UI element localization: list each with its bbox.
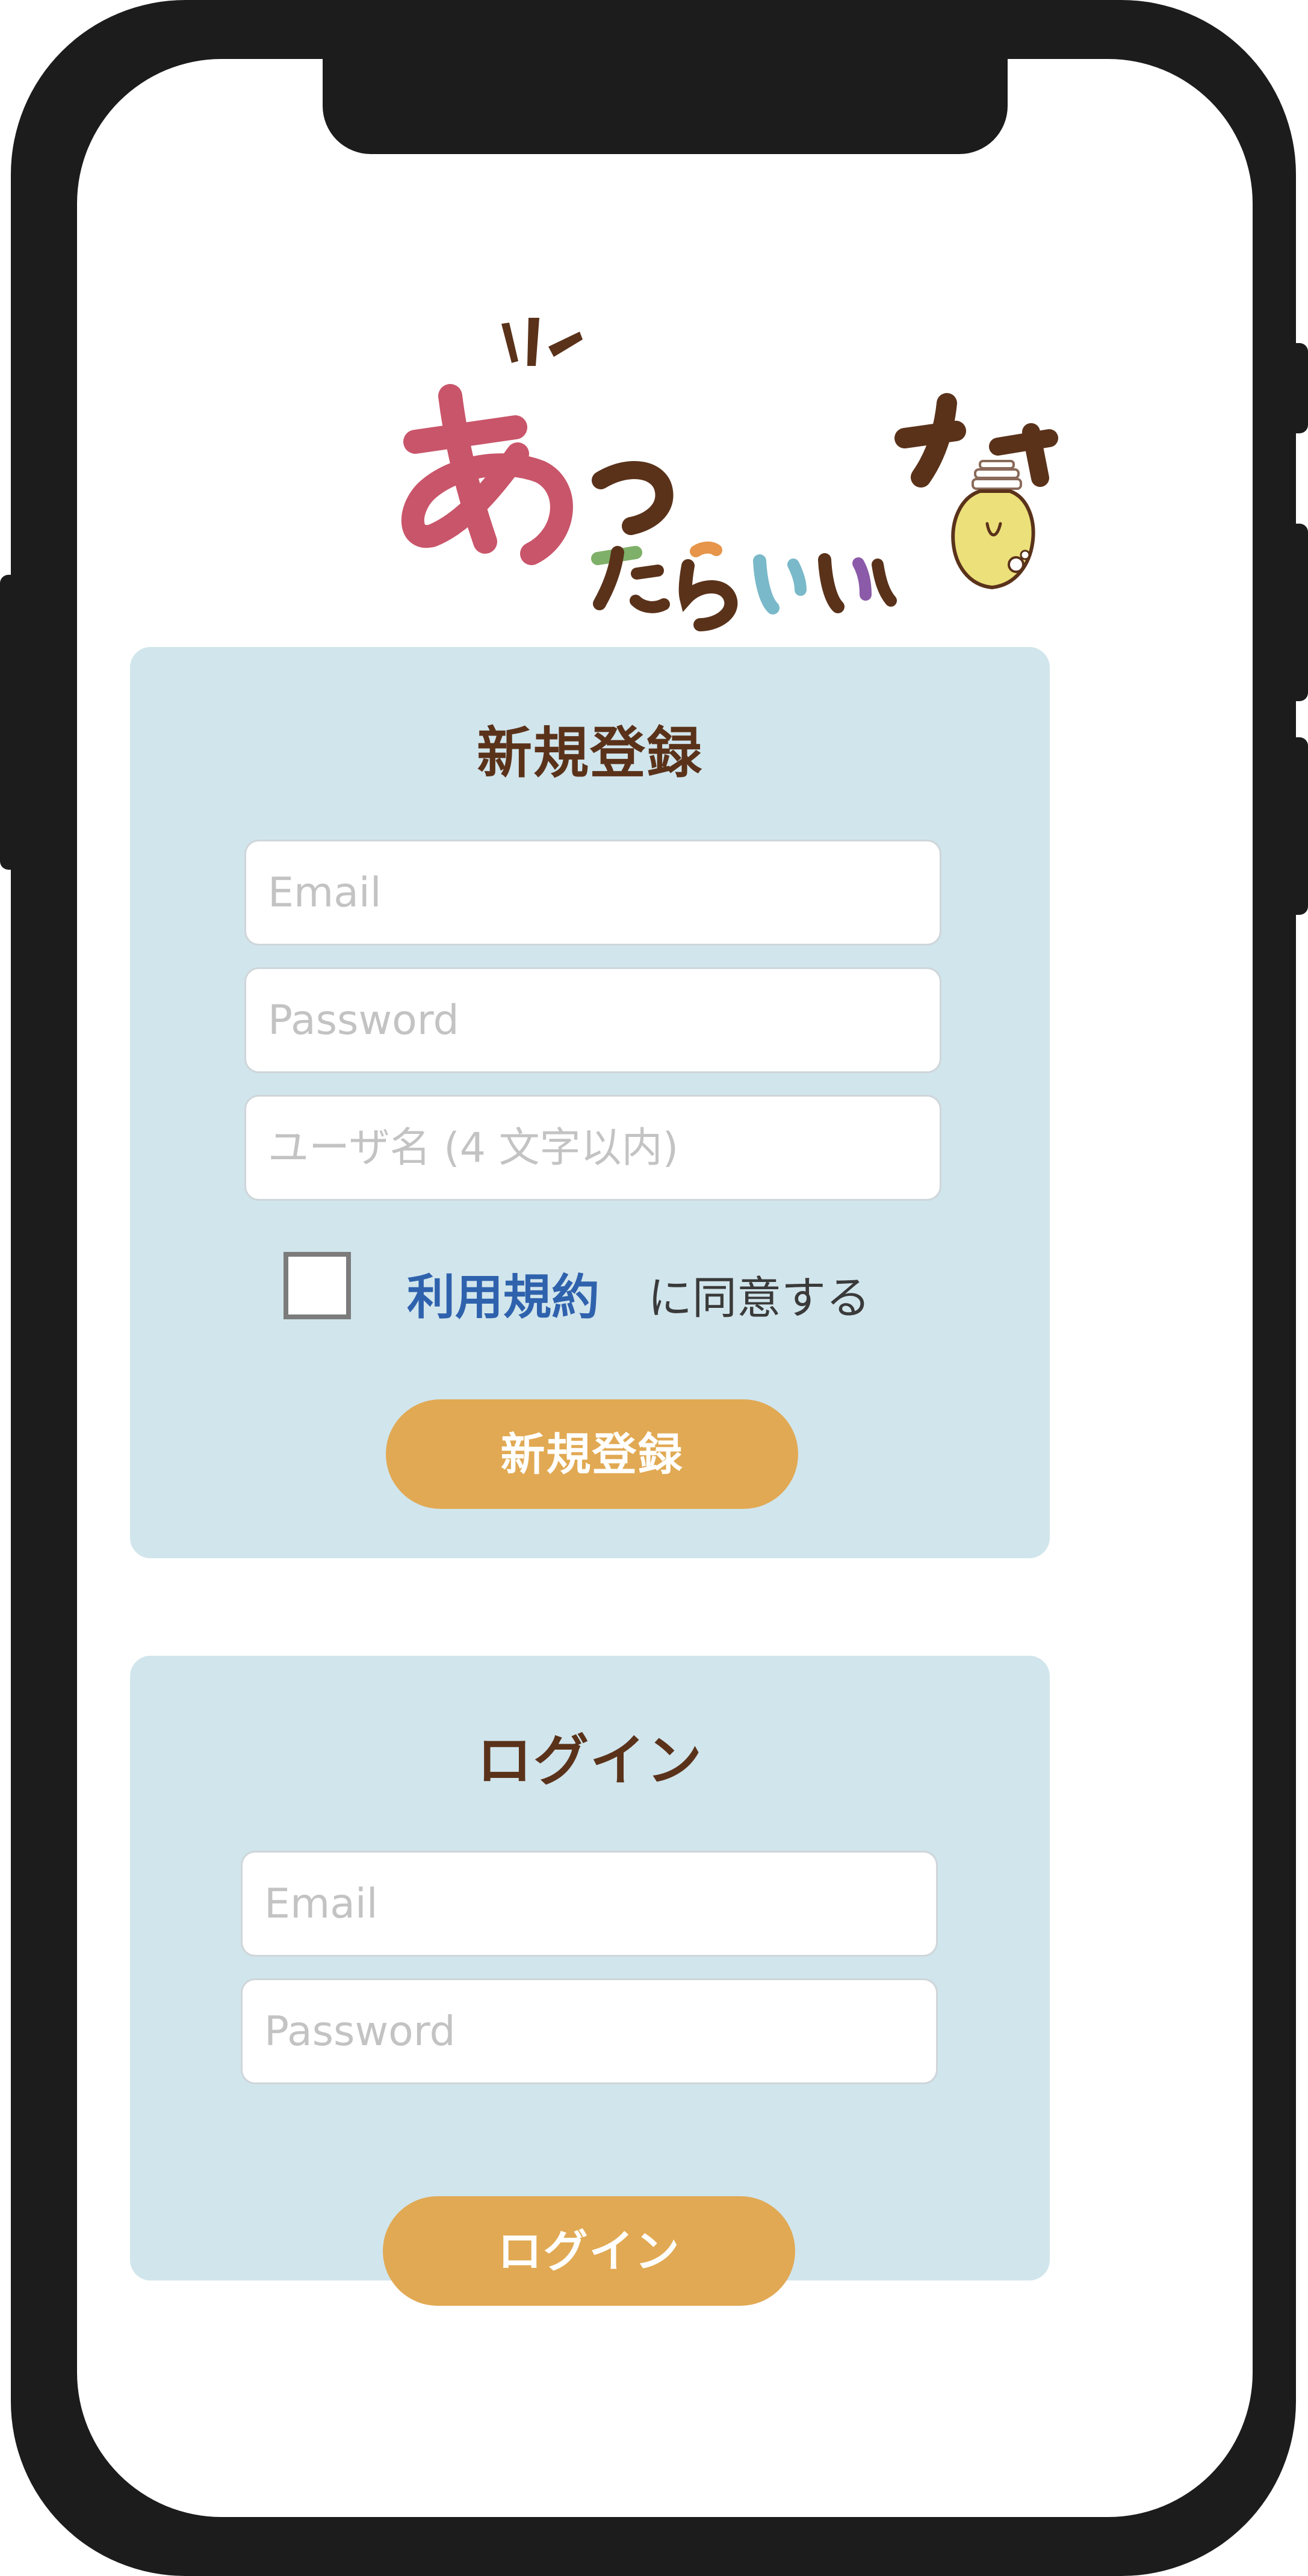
signup-card: 新規登録 利用規約 に同意する 新規登録 (130, 647, 1050, 1558)
signup-email-field[interactable] (244, 840, 941, 946)
phone-notch (323, 59, 1008, 154)
signup-password-field[interactable] (244, 967, 941, 1073)
signup-button[interactable]: 新規登録 (386, 1399, 798, 1509)
login-button[interactable]: ログイン (383, 2196, 795, 2306)
app-logo (348, 300, 1100, 661)
login-password-field[interactable] (241, 1978, 938, 2084)
terms-checkbox[interactable] (284, 1252, 351, 1319)
device-canvas: 新規登録 利用規約 に同意する 新規登録 ログイン ログイン (0, 0, 1308, 2576)
login-title: ログイン (476, 1729, 703, 1793)
terms-row: 利用規約 に同意する (130, 1249, 1050, 1327)
login-email-field[interactable] (241, 1851, 938, 1957)
login-card: ログイン ログイン (130, 1656, 1050, 2306)
signup-title: 新規登録 (476, 721, 703, 785)
signup-username-field[interactable] (244, 1095, 941, 1201)
terms-of-use-link[interactable]: 利用規約 (407, 1259, 600, 1328)
terms-agree-label: に同意する (648, 1272, 870, 1324)
